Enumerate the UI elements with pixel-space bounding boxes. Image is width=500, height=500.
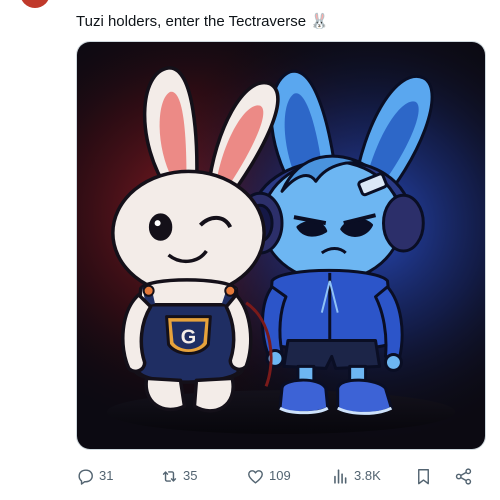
heart-icon <box>246 467 265 486</box>
views-button[interactable]: 3.8K <box>331 462 381 490</box>
avatar[interactable] <box>20 0 50 8</box>
share-icon <box>454 467 473 486</box>
badge-letter: G <box>181 327 196 349</box>
like-count: 109 <box>269 468 291 483</box>
bunny-illustration: G <box>77 42 485 449</box>
views-count: 3.8K <box>354 468 381 483</box>
tweet-page: Tuzi holders, enter the Tectraverse 🐰 G … <box>0 0 500 500</box>
retweet-icon <box>160 467 179 486</box>
reply-icon <box>76 467 95 486</box>
bookmark-icon <box>414 467 433 486</box>
tweet-media-image[interactable]: G <box>76 41 486 450</box>
reply-button[interactable]: 31 <box>76 462 113 490</box>
tweet-action-bar: 31 35 109 3.8K <box>76 462 486 490</box>
share-button[interactable] <box>454 462 473 490</box>
views-icon <box>331 467 350 486</box>
reply-count: 31 <box>99 468 114 483</box>
bookmark-button[interactable] <box>414 462 433 490</box>
retweet-button[interactable]: 35 <box>160 462 197 490</box>
tweet-text: Tuzi holders, enter the Tectraverse 🐰 <box>76 13 329 30</box>
like-button[interactable]: 109 <box>246 462 291 490</box>
retweet-count: 35 <box>183 468 198 483</box>
